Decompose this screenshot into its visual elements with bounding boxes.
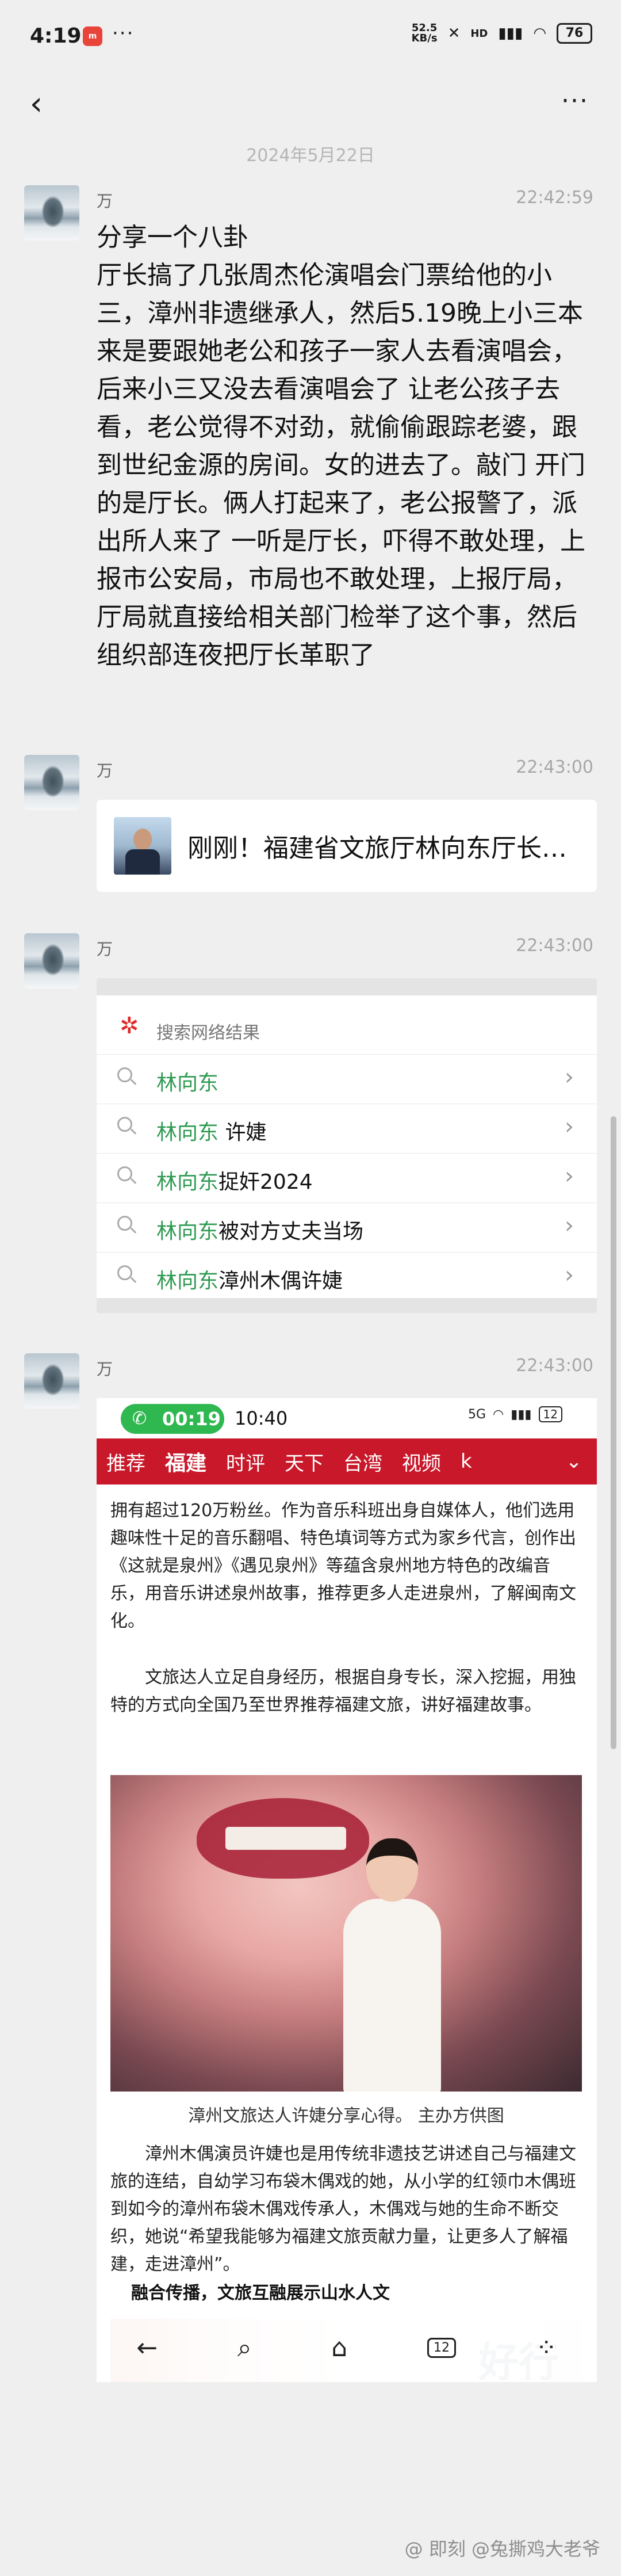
- sender-name: 万: [97, 940, 113, 959]
- status-bar: 4:19 m ··· 52.5 KB/s ✕ HD ▮▮▮ ◠ 76: [0, 0, 621, 75]
- link-title: 刚刚！福建省文旅厅林向东厅长…: [187, 834, 567, 863]
- top-nav: ‹ ···: [0, 75, 621, 150]
- search-result-item[interactable]: 林向东捉奸2024 ›: [97, 1153, 597, 1203]
- category-tab: 天下: [285, 1452, 324, 1475]
- wifi-icon: ◠: [533, 25, 546, 42]
- search-icon: [117, 1265, 137, 1285]
- avatar[interactable]: [24, 933, 79, 989]
- category-tab: 台湾: [343, 1452, 383, 1475]
- signal-icon: ▮▮▮: [498, 25, 523, 42]
- app-notification-icon: m: [83, 26, 102, 46]
- category-tab: 推荐: [106, 1452, 145, 1475]
- category-bar: 推荐 福建 时评 天下 台湾 视频 k ⌄: [97, 1438, 597, 1484]
- message-body: 厅长搞了几张周杰伦演唱会门票给他的小三，漳州非遗继承人，然后5.19晚上小三本来…: [97, 261, 585, 670]
- search-result-item[interactable]: 林向东 许婕 ›: [97, 1104, 597, 1153]
- link-thumbnail: [114, 817, 171, 875]
- category-tab: 时评: [226, 1452, 266, 1475]
- message-title: 分享一个八卦: [97, 223, 248, 252]
- scrollbar-thumb[interactable]: [611, 1116, 616, 1749]
- search-icon: [117, 1166, 137, 1186]
- back-button[interactable]: ‹: [16, 84, 56, 124]
- signal-label: 5G: [467, 1407, 486, 1422]
- avatar[interactable]: [24, 185, 79, 241]
- search-result-item[interactable]: 林向东漳州木偶许婕 ›: [97, 1252, 597, 1302]
- link-card[interactable]: 刚刚！福建省文旅厅林向东厅长…: [97, 800, 597, 892]
- phone-icon: ✆: [132, 1409, 147, 1429]
- message-time: 22:43:00: [516, 1356, 593, 1376]
- search-icon: [117, 1117, 137, 1136]
- search-icon: [117, 1216, 137, 1235]
- chevron-right-icon: ›: [565, 1113, 574, 1140]
- sender-name: 万: [97, 1360, 113, 1379]
- chevron-right-icon: ›: [565, 1064, 574, 1090]
- battery-icon: 12: [538, 1406, 562, 1422]
- wifi-icon: ◠: [493, 1407, 504, 1422]
- message-time: 22:43:00: [516, 757, 593, 777]
- hd-label: HD: [470, 27, 488, 40]
- chevron-right-icon: ›: [565, 1163, 574, 1189]
- message-time: 22:42:59: [516, 188, 593, 208]
- avatar[interactable]: [24, 1353, 79, 1409]
- arrow-left-icon: ←: [136, 2333, 158, 2363]
- search-icon: [117, 1067, 137, 1087]
- network-speed: 52.5 KB/s: [411, 22, 438, 44]
- search-header-label: 搜索网络结果: [156, 1023, 260, 1043]
- message-text[interactable]: 分享一个八卦 厅长搞了几张周杰伦演唱会门票给他的小三，漳州非遗继承人，然后5.1…: [97, 219, 597, 674]
- status-time: 4:19: [30, 24, 82, 48]
- search-result-item[interactable]: 林向东被对方丈夫当场 ›: [97, 1203, 597, 1252]
- embedded-clock: 10:40: [235, 1407, 288, 1429]
- search-results-card: ✲ 搜索网络结果 林向东 › 林向东 许婕 › 林向东捉奸2024 › 林向东被…: [97, 978, 597, 1313]
- grid-menu-icon: ⁘: [535, 2333, 557, 2363]
- browser-nav-bar: ← ⌕ ⌂ 12 ⁘: [97, 2313, 597, 2382]
- search-result-item[interactable]: 林向东 ›: [97, 1054, 597, 1104]
- search-icon: ⌕: [237, 2333, 252, 2363]
- article-paragraph: 拥有超过120万粉丝。作为音乐科班出身自媒体人，他们选用趣味性十足的音乐翻唱、特…: [110, 1501, 576, 1631]
- article-photo: [110, 1775, 582, 2092]
- avatar[interactable]: [24, 755, 79, 810]
- home-icon: ⌂: [331, 2333, 348, 2363]
- search-logo-icon: ✲: [120, 1013, 139, 1039]
- article-paragraph: 漳州木偶演员许婕也是用传统非遗技艺讲述自己与福建文旅的连结，自幼学习布袋木偶戏的…: [110, 2144, 576, 2274]
- embedded-status-icons: 5G ◠ ▮▮▮ 12: [468, 1406, 562, 1422]
- more-button[interactable]: ···: [552, 84, 598, 124]
- signal-icon: ▮▮▮: [511, 1407, 532, 1422]
- more-dots-icon: ···: [561, 86, 589, 116]
- category-tab: k: [461, 1450, 472, 1473]
- category-tab: 视频: [402, 1452, 442, 1475]
- sender-name: 万: [97, 761, 113, 780]
- call-timer-pill: ✆ 00:19: [121, 1404, 224, 1434]
- article-paragraph: 文旅达人立足自身经历，根据自身专长，深入挖掘，用独特的方式向全国乃至世界推荐福建…: [110, 1667, 576, 1715]
- chevron-right-icon: ›: [565, 1262, 574, 1288]
- category-tab-active: 福建: [165, 1452, 207, 1475]
- more-notifications-icon: ···: [112, 22, 135, 45]
- chevron-right-icon: ›: [565, 1212, 574, 1239]
- chevron-left-icon: ‹: [29, 85, 43, 123]
- search-header: ✲ 搜索网络结果: [97, 1002, 597, 1054]
- message-time: 22:43:00: [516, 936, 593, 956]
- screenshot-image[interactable]: ✆ 00:19 10:40 5G ◠ ▮▮▮ 12 推荐 福建 时评 天下 台湾 …: [97, 1398, 597, 2382]
- tabs-count-icon: 12: [427, 2337, 457, 2358]
- photo-caption: 漳州文旅达人许婕分享心得。 主办方供图: [188, 2106, 504, 2126]
- battery-icon: 76: [557, 23, 592, 44]
- embedded-status-bar: ✆ 00:19 10:40 5G ◠ ▮▮▮ 12: [97, 1398, 597, 1438]
- date-divider: 2024年5月22日: [246, 146, 375, 166]
- status-icons: 52.5 KB/s ✕ HD ▮▮▮ ◠ 76: [412, 23, 592, 44]
- sender-name: 万: [97, 192, 113, 211]
- article-subheading: 融合传播，文旅互融展示山水人文: [131, 2283, 390, 2303]
- chevron-down-icon: ⌄: [551, 1438, 597, 1484]
- mute-icon: ✕: [447, 25, 461, 42]
- watermark: @ 即刻 @兔撕鸡大老爷: [404, 2538, 600, 2560]
